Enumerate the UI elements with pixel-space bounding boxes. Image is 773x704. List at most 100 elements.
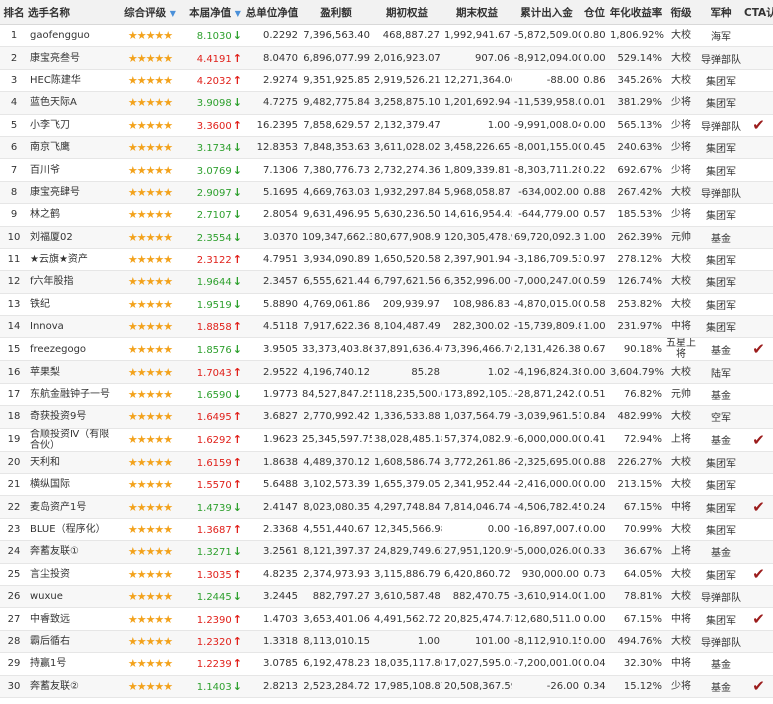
name-link[interactable]: 林之鹤 — [28, 203, 114, 227]
name-link-text[interactable]: 刘福厦02 — [30, 232, 73, 243]
table-row[interactable]: 11 ★云旗★资产 ★★★★★ 2.3122↑ 4.7951 3,934,090.89 1,… — [0, 248, 773, 272]
name-link-text[interactable]: 蓝色天际A — [30, 97, 77, 108]
name-link[interactable]: 奔蓄友联② — [28, 675, 114, 698]
header-army[interactable]: 军种 — [698, 0, 744, 25]
name-link[interactable]: wuxue — [28, 585, 114, 609]
table-row[interactable]: 6 南京飞鹰 ★★★★★ 3.1734↓ 12.8353 7,848,353.63 3,61… — [0, 136, 773, 160]
header-start-equity[interactable]: 期初权益 — [372, 0, 442, 25]
table-row[interactable]: 9 林之鹤 ★★★★★ 2.7107↓ 2.8054 9,631,496.95 5,630,… — [0, 203, 773, 227]
table-row[interactable]: 16 苹果梨 ★★★★★ 1.7043↑ 2.9522 4,196,740.12 85.28… — [0, 360, 773, 384]
table-row[interactable]: 1 gaofengguo ★★★★★ 8.1030↓ 0.2292 7,396,563.4… — [0, 24, 773, 48]
table-row[interactable]: 13 铁纪 ★★★★★ 1.9519↓ 5.8890 4,769,061.86 209,93… — [0, 293, 773, 317]
name-link[interactable]: 横纵国际 — [28, 473, 114, 497]
name-link-text[interactable]: f六年股指 — [30, 276, 74, 287]
table-row[interactable]: 30 奔蓄友联② ★★★★★ 1.1403↓ 2.8213 2,523,284.72 17,… — [0, 675, 773, 698]
name-link[interactable]: 蓝色天际A — [28, 91, 114, 115]
name-link-text[interactable]: Innova — [30, 321, 64, 332]
name-link-text[interactable]: BLUE（程序化） — [30, 524, 106, 535]
name-link[interactable]: 霸后循右 — [28, 630, 114, 654]
name-link[interactable]: BLUE（程序化） — [28, 518, 114, 542]
sort-desc-icon[interactable]: ▼ — [170, 9, 176, 18]
name-link[interactable]: 奔蓄友联① — [28, 540, 114, 564]
table-row[interactable]: 4 蓝色天际A ★★★★★ 3.9098↓ 4.7275 9,482,775.84 3,25… — [0, 91, 773, 115]
header-profit[interactable]: 盈利额 — [300, 0, 372, 25]
name-link[interactable]: gaofengguo — [28, 24, 114, 48]
name-link-text[interactable]: 奔蓄友联① — [30, 546, 79, 557]
name-link-text[interactable]: 康宝亮叁号 — [30, 53, 80, 64]
table-row[interactable]: 18 奇获投资9号 ★★★★★ 1.6495↑ 3.6827 2,770,992.42 1,… — [0, 405, 773, 429]
name-link[interactable]: 持赢1号 — [28, 652, 114, 676]
name-link[interactable]: freezegogo — [28, 337, 114, 362]
table-row[interactable]: 25 言尘投资 ★★★★★ 1.3035↑ 4.8235 2,374,973.93 3,11… — [0, 563, 773, 586]
table-row[interactable]: 27 中睿致远 ★★★★★ 1.2390↑ 1.4703 3,653,401.06 4,49… — [0, 607, 773, 631]
header-rating[interactable]: 综合评级 ▼ — [114, 0, 186, 25]
name-link-text[interactable]: 小李飞刀 — [30, 120, 70, 131]
header-total-nav[interactable]: 总单位净值 — [244, 0, 300, 25]
name-link-text[interactable]: 天利和 — [30, 457, 60, 468]
name-link[interactable]: 刘福厦02 — [28, 226, 114, 249]
name-link-text[interactable]: 霸后循右 — [30, 636, 70, 647]
table-row[interactable]: 22 麦岛资产1号 ★★★★★ 1.4739↓ 2.4147 8,023,080.35 4,… — [0, 495, 773, 519]
table-row[interactable]: 3 HEC陈建华 ★★★★★ 4.2032↑ 2.9274 9,351,925.85 2,9… — [0, 69, 773, 93]
name-link[interactable]: 天利和 — [28, 451, 114, 475]
table-row[interactable]: 28 霸后循右 ★★★★★ 1.2320↑ 1.3318 8,113,010.15 1.00… — [0, 630, 773, 654]
name-link-text[interactable]: 康宝亮肆号 — [30, 187, 80, 198]
name-link[interactable]: 康宝亮叁号 — [28, 46, 114, 70]
table-row[interactable]: 12 f六年股指 ★★★★★ 1.9644↓ 2.3457 6,555,621.44 6,7… — [0, 270, 773, 294]
name-link-text[interactable]: 中睿致远 — [30, 614, 70, 625]
name-link[interactable]: 苹果梨 — [28, 360, 114, 384]
table-row[interactable]: 14 Innova ★★★★★ 1.8858↑ 4.5118 7,917,622.36 8,… — [0, 315, 773, 339]
name-link-text[interactable]: 奔蓄友联② — [30, 681, 79, 692]
name-link[interactable]: 康宝亮肆号 — [28, 181, 114, 205]
name-link[interactable]: 百川爷 — [28, 158, 114, 182]
table-row[interactable]: 15 freezegogo ★★★★★ 1.8576↓ 3.9505 33,373,403… — [0, 337, 773, 362]
name-link[interactable]: HEC陈建华 — [28, 69, 114, 93]
name-link-text[interactable]: 林之鹤 — [30, 209, 60, 220]
table-row[interactable]: 10 刘福厦02 ★★★★★ 2.3554↓ 3.0370 109,347,662.358… — [0, 226, 773, 249]
name-link[interactable]: ★云旗★资产 — [28, 248, 114, 272]
name-link-text[interactable]: 合顺投资Ⅳ（有限合伙） — [30, 429, 109, 451]
name-link-text[interactable]: 麦岛资产1号 — [30, 502, 86, 513]
table-row[interactable]: 26 wuxue ★★★★★ 1.2445↓ 3.2445 882,797.27 3,610… — [0, 585, 773, 609]
header-title[interactable]: 衔级 — [664, 0, 698, 25]
name-link-text[interactable]: 铁纪 — [30, 299, 50, 310]
header-nav[interactable]: 本届净值 ▼ — [186, 0, 244, 25]
name-link-text[interactable]: 奇获投资9号 — [30, 411, 86, 422]
name-link-text[interactable]: 言尘投资 — [30, 569, 70, 580]
header-end-equity[interactable]: 期末权益 — [442, 0, 512, 25]
name-link[interactable]: 铁纪 — [28, 293, 114, 317]
header-name[interactable]: 选手名称 — [28, 0, 114, 25]
name-link-text[interactable]: 东航金融钟子一号 — [30, 389, 110, 400]
table-row[interactable]: 5 小李飞刀 ★★★★★ 3.3600↑ 16.2395 7,858,629.57 2,13… — [0, 114, 773, 137]
table-row[interactable]: 2 康宝亮叁号 ★★★★★ 4.4191↑ 8.0470 6,896,077.99 2,01… — [0, 46, 773, 70]
name-link-text[interactable]: freezegogo — [30, 344, 86, 355]
sort-desc-icon[interactable]: ▼ — [235, 9, 241, 18]
name-link[interactable]: 东航金融钟子一号 — [28, 383, 114, 407]
name-link-text[interactable]: 南京飞鹰 — [30, 142, 70, 153]
table-row[interactable]: 21 横纵国际 ★★★★★ 1.5570↑ 5.6488 3,102,573.39 1,65… — [0, 473, 773, 497]
name-link-text[interactable]: 百川爷 — [30, 165, 60, 176]
table-row[interactable]: 19 合顺投资Ⅳ（有限合伙） ★★★★★ 1.6292↑ 1.9623 25,345,59… — [0, 428, 773, 452]
header-cta[interactable]: CTA认证 — [744, 0, 773, 25]
name-link-text[interactable]: 横纵国际 — [30, 479, 70, 490]
name-link[interactable]: 麦岛资产1号 — [28, 495, 114, 519]
table-row[interactable]: 20 天利和 ★★★★★ 1.6159↑ 1.8638 4,489,370.12 1,608… — [0, 451, 773, 475]
name-link[interactable]: 奇获投资9号 — [28, 405, 114, 429]
name-link[interactable]: 中睿致远 — [28, 607, 114, 631]
header-flow[interactable]: 累计出入金 — [512, 0, 581, 25]
name-link-text[interactable]: HEC陈建华 — [30, 75, 81, 86]
table-row[interactable]: 17 东航金融钟子一号 ★★★★★ 1.6590↓ 1.9773 84,527,847.2… — [0, 383, 773, 407]
table-row[interactable]: 8 康宝亮肆号 ★★★★★ 2.9097↓ 5.1695 4,669,763.03 1,93… — [0, 181, 773, 205]
name-link[interactable]: 言尘投资 — [28, 563, 114, 586]
table-row[interactable]: 23 BLUE（程序化） ★★★★★ 1.3687↑ 2.3368 4,551,440.6… — [0, 518, 773, 542]
name-link[interactable]: f六年股指 — [28, 270, 114, 294]
name-link-text[interactable]: ★云旗★资产 — [30, 254, 88, 265]
name-link[interactable]: 合顺投资Ⅳ（有限合伙） — [28, 428, 114, 452]
table-row[interactable]: 29 持赢1号 ★★★★★ 1.2239↑ 3.0785 6,192,478.23 18,0… — [0, 652, 773, 676]
name-link-text[interactable]: 苹果梨 — [30, 367, 60, 378]
name-link-text[interactable]: wuxue — [30, 591, 63, 602]
name-link-text[interactable]: gaofengguo — [30, 30, 90, 41]
header-annual[interactable]: 年化收益率 — [608, 0, 664, 25]
name-link[interactable]: 小李飞刀 — [28, 114, 114, 137]
table-row[interactable]: 24 奔蓄友联① ★★★★★ 1.3271↓ 3.2561 8,121,397.37 24,… — [0, 540, 773, 564]
